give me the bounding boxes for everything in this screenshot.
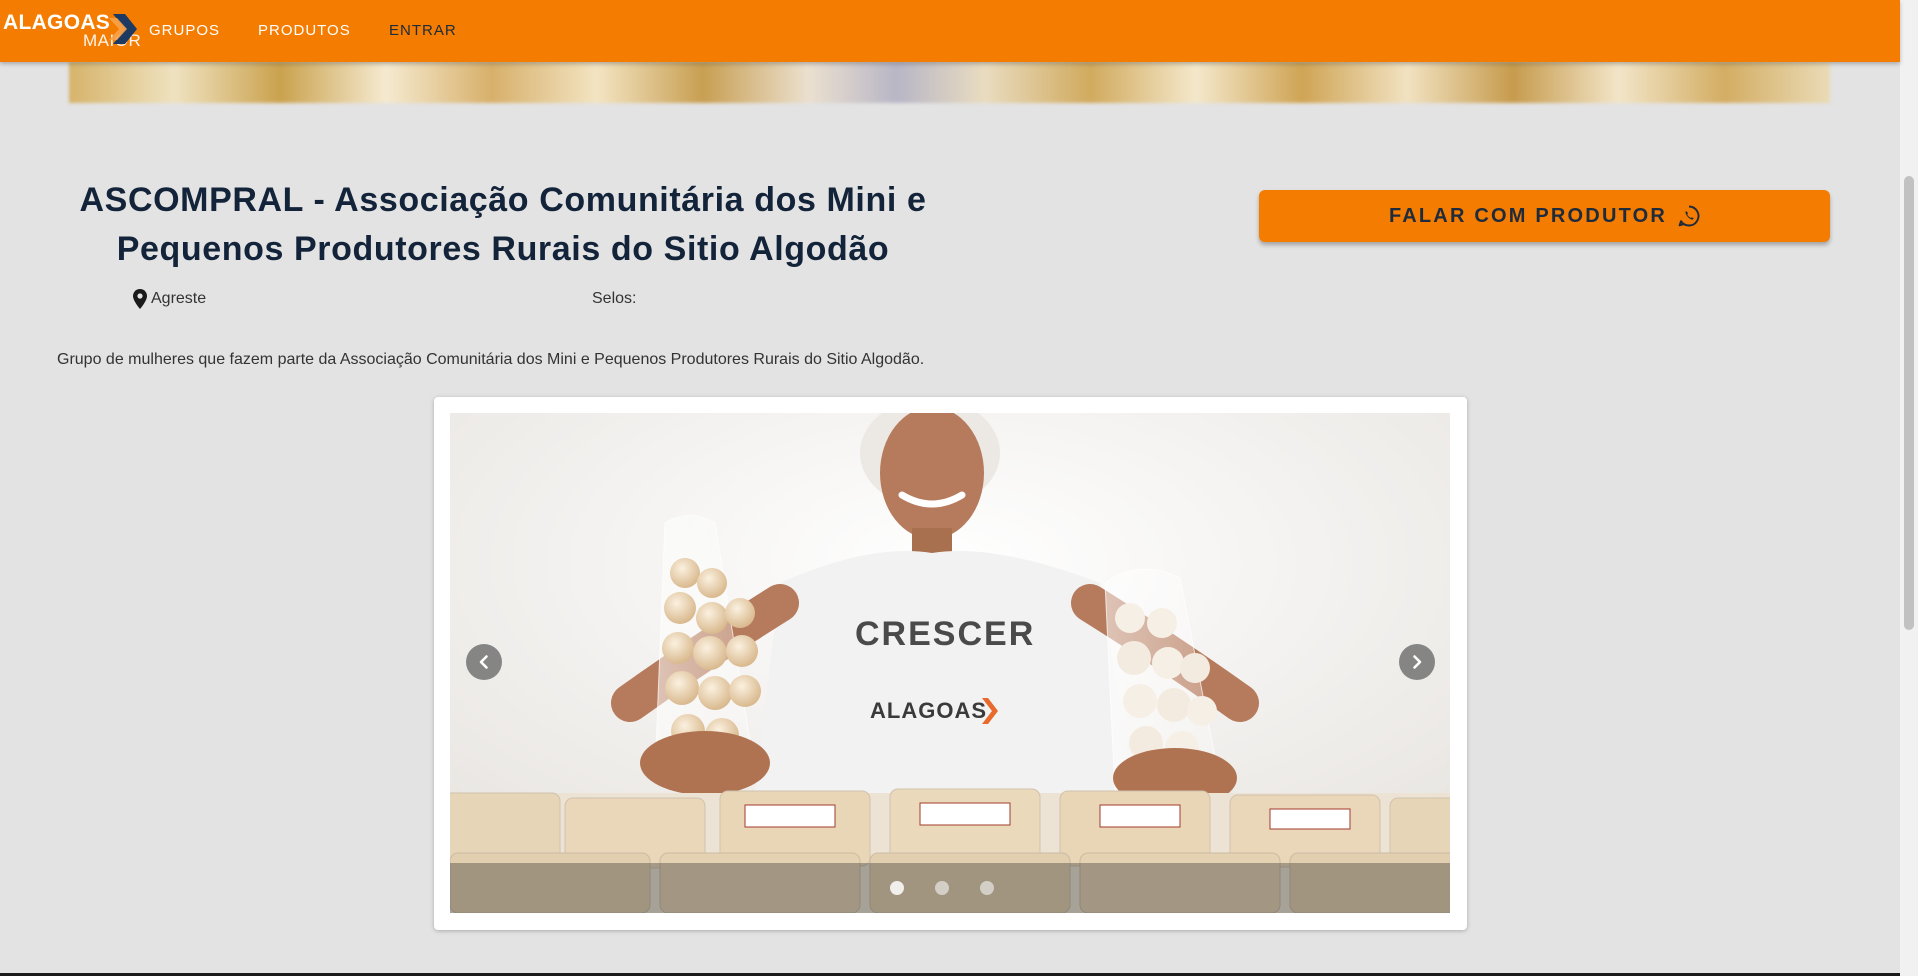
chevron-right-icon — [1413, 655, 1422, 669]
selos-label: Selos: — [592, 290, 637, 307]
logo-chevron-icon — [109, 14, 137, 44]
map-pin-icon — [133, 289, 147, 309]
carousel-next-button[interactable] — [1399, 644, 1435, 680]
scrollbar-thumb[interactable] — [1904, 176, 1914, 630]
talk-to-producer-button[interactable]: FALAR COM PRODUTOR — [1259, 190, 1830, 242]
page-title: ASCOMPRAL - Associação Comunitária dos M… — [79, 181, 927, 268]
page-scrollbar[interactable] — [1900, 0, 1918, 976]
carousel-slide-image: CRESCER ALAGOAS — [450, 413, 1450, 913]
carousel-prev-button[interactable] — [466, 644, 502, 680]
carousel-dot-1[interactable] — [890, 881, 904, 895]
image-carousel: CRESCER ALAGOAS — [434, 397, 1467, 930]
shirt-text-alagoas: ALAGOAS — [870, 698, 987, 723]
cover-image — [69, 62, 1830, 103]
nav-grupos[interactable]: GRUPOS — [149, 22, 220, 40]
nav-produtos[interactable]: PRODUTOS — [258, 22, 351, 40]
group-description: Grupo de mulheres que fazem parte da Ass… — [57, 351, 925, 368]
nav-entrar[interactable]: ENTRAR — [389, 22, 457, 40]
shirt-text-crescer: CRESCER — [855, 615, 1035, 653]
carousel-dot-3[interactable] — [980, 881, 994, 895]
carousel-indicators — [450, 863, 1450, 913]
chevron-left-icon — [479, 655, 488, 669]
alagoas-maior-logo[interactable]: ALAGOAS MAIOR — [3, 12, 141, 50]
carousel-photo: CRESCER ALAGOAS — [450, 413, 1450, 913]
talk-to-producer-label: FALAR COM PRODUTOR — [1388, 204, 1668, 227]
whatsapp-icon — [1678, 205, 1700, 227]
location: Agreste — [133, 289, 206, 309]
location-label: Agreste — [151, 290, 207, 307]
top-navbar: ALAGOAS MAIOR GRUPOS PRODUTOS ENTRAR — [0, 0, 1900, 62]
carousel-dot-2[interactable] — [935, 881, 949, 895]
